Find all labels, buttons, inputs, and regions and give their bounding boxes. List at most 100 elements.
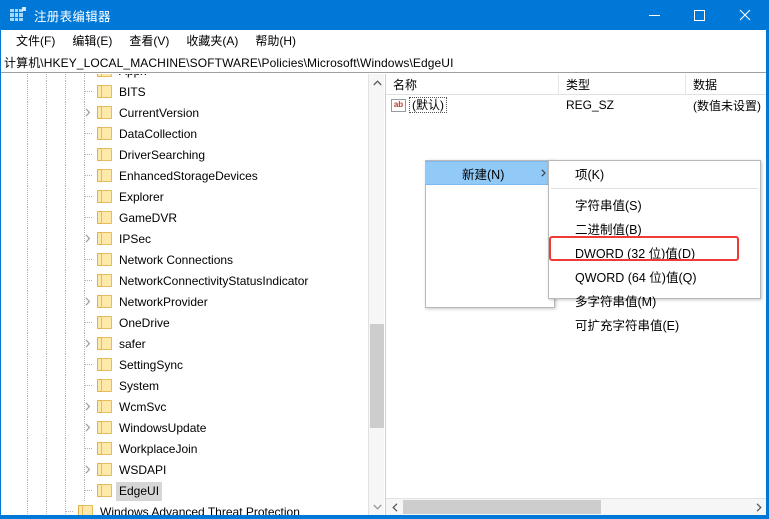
minimize-button[interactable] xyxy=(632,0,677,30)
tree-elbow xyxy=(81,480,91,501)
tree-node-wsdapi[interactable]: WSDAPI xyxy=(1,459,369,480)
close-button[interactable] xyxy=(722,0,767,30)
expand-chevron-icon[interactable] xyxy=(80,291,96,312)
scroll-left-icon[interactable] xyxy=(386,499,403,515)
tree-node-label: SettingSync xyxy=(116,356,186,375)
tree-node-windows-advanced-threat-protection[interactable]: Windows Advanced Threat Protection xyxy=(1,501,369,515)
folder-icon xyxy=(97,211,112,224)
submenu-item-4[interactable]: QWORD (64 位)值(Q) xyxy=(549,264,760,288)
context-menu-item-new[interactable]: 新建(N) xyxy=(425,161,555,185)
tree-node-safer[interactable]: safer xyxy=(1,333,369,354)
submenu-item-0[interactable]: 项(K) xyxy=(549,161,760,185)
folder-icon xyxy=(97,358,112,371)
submenu-item-5[interactable]: 多字符串值(M) xyxy=(549,288,760,312)
expand-chevron-icon[interactable] xyxy=(80,228,96,249)
maximize-button[interactable] xyxy=(677,0,722,30)
tree-vertical-scrollbar[interactable] xyxy=(368,74,384,515)
menu-favorites[interactable]: 收藏夹(A) xyxy=(178,32,247,50)
tree-node-bits[interactable]: BITS xyxy=(1,81,369,102)
menu-help[interactable]: 帮助(H) xyxy=(247,32,305,50)
tree-elbow xyxy=(81,312,91,333)
folder-icon xyxy=(97,190,112,203)
tree-node-workplacejoin[interactable]: WorkplaceJoin xyxy=(1,438,369,459)
expand-chevron-icon[interactable] xyxy=(80,102,96,123)
menu-file[interactable]: 文件(F) xyxy=(8,32,64,50)
tree-node-label: WSDAPI xyxy=(116,461,169,480)
tree-node-wcmsvc[interactable]: WcmSvc xyxy=(1,396,369,417)
tree-node-explorer[interactable]: Explorer xyxy=(1,186,369,207)
tree-elbow xyxy=(81,375,91,396)
tree-elbow xyxy=(81,123,91,144)
scroll-up-icon[interactable] xyxy=(369,74,385,91)
tree-node-edgeui[interactable]: EdgeUI xyxy=(1,480,369,501)
folder-icon xyxy=(97,295,112,308)
submenu-item-3[interactable]: DWORD (32 位)值(D) xyxy=(549,240,760,264)
menu-bar: 文件(F) 编辑(E) 查看(V) 收藏夹(A) 帮助(H) xyxy=(1,30,767,52)
tree-node-datacollection[interactable]: DataCollection xyxy=(1,123,369,144)
title-bar: 注册表编辑器 xyxy=(1,0,767,30)
column-header-name[interactable]: 名称 xyxy=(386,74,559,95)
tree-scroll-area: AppxBITS CurrentVersion DataCollectionDriv… xyxy=(1,74,369,515)
tree-node-windowsupdate[interactable]: WindowsUpdate xyxy=(1,417,369,438)
table-row[interactable]: ab (默认) REG_SZ (数值未设置) xyxy=(386,95,767,115)
tree-scroll-thumb[interactable] xyxy=(370,324,384,428)
scroll-down-icon[interactable] xyxy=(369,498,385,515)
tree-node-settingsync[interactable]: SettingSync xyxy=(1,354,369,375)
tree-node-network-connections[interactable]: Network Connections xyxy=(1,249,369,270)
submenu-item-6[interactable]: 可扩充字符串值(E) xyxy=(549,312,760,336)
values-scroll-thumb[interactable] xyxy=(403,500,601,514)
folder-icon xyxy=(97,400,112,413)
context-menu: 新建(N) xyxy=(425,160,555,308)
submenu-item-2[interactable]: 二进制值(B) xyxy=(549,216,760,240)
folder-icon xyxy=(97,253,112,266)
column-header-type[interactable]: 类型 xyxy=(559,74,686,95)
tree-node-ipsec[interactable]: IPSec xyxy=(1,228,369,249)
expand-chevron-icon[interactable] xyxy=(80,396,96,417)
chevron-right-icon xyxy=(541,166,546,180)
tree-elbow xyxy=(81,249,91,270)
tree-node-onedrive[interactable]: OneDrive xyxy=(1,312,369,333)
tree-node-label: Explorer xyxy=(116,188,167,207)
registry-icon xyxy=(10,7,26,23)
tree-node-label: Appx xyxy=(116,74,149,81)
tree-node-label: EnhancedStorageDevices xyxy=(116,167,261,186)
tree-node-currentversion[interactable]: CurrentVersion xyxy=(1,102,369,123)
tree-node-networkprovider[interactable]: NetworkProvider xyxy=(1,291,369,312)
column-header-data[interactable]: 数据 xyxy=(686,74,767,95)
tree-elbow xyxy=(81,165,91,186)
tree-elbow xyxy=(81,144,91,165)
submenu-item-label: QWORD (64 位)值(Q) xyxy=(575,267,697,286)
menu-edit[interactable]: 编辑(E) xyxy=(64,32,121,50)
values-horizontal-scrollbar[interactable] xyxy=(386,498,767,515)
registry-editor-window: 注册表编辑器 文件(F) 编辑(E) 查看(V) 收藏夹(A) 帮助(H) 计算… xyxy=(0,0,769,519)
tree-node-enhancedstoragedevices[interactable]: EnhancedStorageDevices xyxy=(1,165,369,186)
tree-elbow xyxy=(62,501,72,515)
tree-node-label: CurrentVersion xyxy=(116,104,202,123)
menu-view[interactable]: 查看(V) xyxy=(121,32,178,50)
folder-icon xyxy=(78,505,93,515)
tree-node-system[interactable]: System xyxy=(1,375,369,396)
tree-node-label: WorkplaceJoin xyxy=(116,440,200,459)
expand-chevron-icon[interactable] xyxy=(80,333,96,354)
submenu-item-label: 字符串值(S) xyxy=(575,195,642,214)
tree-node-driversearching[interactable]: DriverSearching xyxy=(1,144,369,165)
expand-chevron-icon[interactable] xyxy=(80,417,96,438)
tree-node-gamedvr[interactable]: GameDVR xyxy=(1,207,369,228)
tree-node-label: NetworkConnectivityStatusIndicator xyxy=(116,272,311,291)
tree-node-label: DataCollection xyxy=(116,125,200,144)
folder-icon xyxy=(97,148,112,161)
folder-icon xyxy=(97,85,112,98)
expand-chevron-icon[interactable] xyxy=(80,459,96,480)
submenu-item-label: 项(K) xyxy=(575,164,604,183)
address-bar[interactable]: 计算机\HKEY_LOCAL_MACHINE\SOFTWARE\Policies… xyxy=(1,52,767,73)
tree-node-networkconnectivitystatusindicator[interactable]: NetworkConnectivityStatusIndicator xyxy=(1,270,369,291)
tree-node-label: Windows Advanced Threat Protection xyxy=(97,503,303,515)
folder-icon xyxy=(97,421,112,434)
submenu-item-1[interactable]: 字符串值(S) xyxy=(549,192,760,216)
folder-icon xyxy=(97,316,112,329)
scroll-right-icon[interactable] xyxy=(750,499,767,515)
submenu-item-label: 可扩充字符串值(E) xyxy=(575,315,679,334)
tree-elbow xyxy=(81,438,91,459)
tree-node-appx[interactable]: Appx xyxy=(1,74,369,81)
folder-icon xyxy=(97,379,112,392)
